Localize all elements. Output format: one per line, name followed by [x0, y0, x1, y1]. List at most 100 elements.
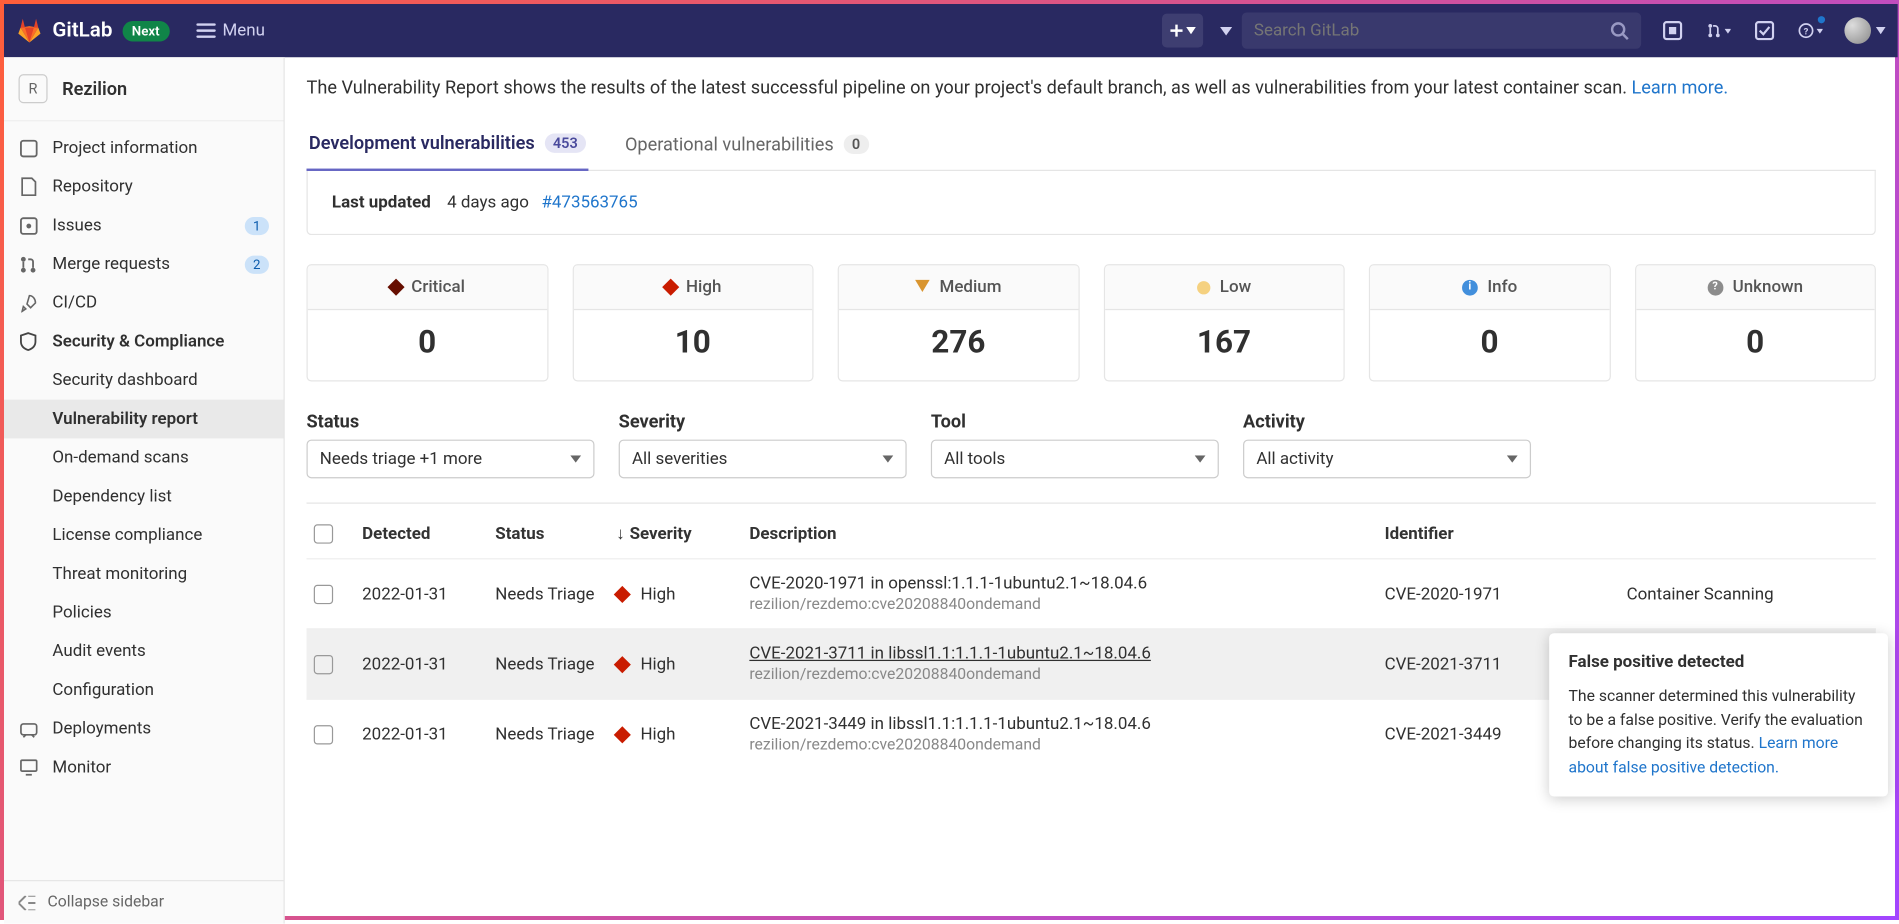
- chevron-down-icon: [1507, 455, 1518, 462]
- mr-nav-icon: [19, 254, 38, 273]
- tab-operational[interactable]: Operational vulnerabilities0: [623, 120, 872, 170]
- cell-severity: High: [616, 584, 749, 603]
- sidebar-item-security[interactable]: Security & Compliance: [4, 322, 284, 361]
- sidebar-item-merge-requests[interactable]: Merge requests2: [4, 245, 284, 284]
- critical-icon: [387, 279, 404, 296]
- sidebar-sub-security-dashboard[interactable]: Security dashboard: [4, 361, 284, 400]
- sidebar-sub-audit[interactable]: Audit events: [4, 632, 284, 671]
- stat-info[interactable]: iInfo0: [1369, 264, 1610, 381]
- tooltip-body: The scanner determined this vulnerabilit…: [1569, 685, 1869, 779]
- collapse-sidebar[interactable]: Collapse sidebar: [4, 880, 284, 924]
- row-checkbox[interactable]: [314, 654, 333, 673]
- project-name: Rezilion: [62, 78, 127, 100]
- stat-unknown[interactable]: ?Unknown0: [1634, 264, 1875, 381]
- vuln-title[interactable]: CVE-2021-3711 in libssl1.1:1.1.1-1ubuntu…: [749, 644, 1384, 663]
- main-content: The Vulnerability Report shows the resul…: [285, 57, 1898, 923]
- unknown-icon: ?: [1707, 279, 1723, 295]
- user-menu[interactable]: [1844, 17, 1885, 44]
- col-status[interactable]: Status: [495, 524, 616, 543]
- sidebar-item-monitor[interactable]: Monitor: [4, 748, 284, 787]
- table-header: Detected Status ↓Severity Description Id…: [307, 509, 1876, 559]
- sidebar-item-issues[interactable]: Issues1: [4, 206, 284, 245]
- row-checkbox[interactable]: [314, 584, 333, 603]
- vuln-title[interactable]: CVE-2021-3449 in libssl1.1:1.1.1-1ubuntu…: [749, 714, 1384, 733]
- stat-critical[interactable]: Critical0: [307, 264, 548, 381]
- chevron-down-icon: [1876, 27, 1886, 34]
- cell-severity: High: [616, 725, 749, 744]
- vuln-location: rezilion/rezdemo:cve20208840ondemand: [749, 736, 1384, 754]
- cell-status: Needs Triage: [495, 654, 616, 673]
- last-updated-box: Last updated 4 days ago #473563765: [307, 171, 1876, 235]
- table-row[interactable]: 2022-01-31Needs TriageHighCVE-2020-1971 …: [307, 558, 1876, 628]
- chevron-down-icon[interactable]: [1220, 26, 1232, 34]
- project-header[interactable]: R Rezilion: [4, 57, 284, 121]
- issues-nav-icon: [19, 216, 38, 235]
- col-description[interactable]: Description: [749, 524, 1384, 543]
- sidebar-sub-config[interactable]: Configuration: [4, 671, 284, 710]
- sidebar-sub-dependency[interactable]: Dependency list: [4, 477, 284, 516]
- pipeline-link[interactable]: #473563765: [541, 193, 637, 212]
- menu-label: Menu: [222, 21, 264, 40]
- filter-status: StatusNeeds triage +1 more: [307, 411, 595, 479]
- vuln-title[interactable]: CVE-2020-1971 in openssl:1.1.1-1ubuntu2.…: [749, 574, 1384, 593]
- project-avatar: R: [19, 74, 48, 103]
- cell-description: CVE-2021-3449 in libssl1.1:1.1.1-1ubuntu…: [749, 714, 1384, 754]
- sidebar-sub-ondemand[interactable]: On-demand scans: [4, 438, 284, 477]
- sidebar-item-deployments[interactable]: Deployments: [4, 709, 284, 748]
- stat-medium[interactable]: Medium276: [838, 264, 1079, 381]
- cell-status: Needs Triage: [495, 725, 616, 744]
- sidebar-item-cicd[interactable]: CI/CD: [4, 284, 284, 323]
- chevron-down-icon: [882, 455, 893, 462]
- col-detected[interactable]: Detected: [362, 524, 495, 543]
- sidebar-sub-license[interactable]: License compliance: [4, 516, 284, 555]
- filters: StatusNeeds triage +1 more SeverityAll s…: [307, 411, 1876, 504]
- stat-high[interactable]: High10: [572, 264, 813, 381]
- filter-activity: ActivityAll activity: [1243, 411, 1531, 479]
- chevron-down-icon: [1195, 455, 1206, 462]
- menu-button[interactable]: Menu: [196, 21, 265, 40]
- col-severity[interactable]: ↓Severity: [616, 523, 749, 544]
- monitor-icon: [19, 758, 38, 777]
- brand[interactable]: GitLab Next: [16, 17, 169, 44]
- row-checkbox[interactable]: [314, 725, 333, 744]
- stat-low[interactable]: Low167: [1103, 264, 1344, 381]
- brand-name: GitLab: [52, 19, 112, 43]
- search-box[interactable]: [1242, 12, 1641, 48]
- top-nav: GitLab Next Menu ?: [4, 4, 1898, 57]
- high-icon: [614, 726, 631, 743]
- sidebar-item-project-info[interactable]: Project information: [4, 129, 284, 168]
- col-identifier[interactable]: Identifier: [1385, 524, 1627, 543]
- sidebar-sub-threat[interactable]: Threat monitoring: [4, 555, 284, 594]
- intro-text: The Vulnerability Report shows the resul…: [307, 77, 1876, 99]
- cell-detected: 2022-01-31: [362, 725, 495, 744]
- tab-count: 0: [843, 134, 868, 153]
- high-icon: [614, 585, 631, 602]
- todo-icon[interactable]: [1752, 19, 1776, 43]
- info-sev-icon: i: [1462, 279, 1478, 295]
- cell-description: CVE-2020-1971 in openssl:1.1.1-1ubuntu2.…: [749, 574, 1384, 614]
- vuln-location: rezilion/rezdemo:cve20208840ondemand: [749, 596, 1384, 614]
- count-badge: 2: [245, 255, 269, 273]
- tool-select[interactable]: All tools: [931, 440, 1219, 479]
- deploy-icon: [19, 719, 38, 738]
- search-input[interactable]: [1254, 21, 1610, 40]
- gitlab-logo-icon: [16, 17, 43, 44]
- sidebar-sub-policies[interactable]: Policies: [4, 593, 284, 632]
- merge-requests-icon[interactable]: [1706, 19, 1730, 43]
- high-icon: [614, 655, 631, 672]
- new-button[interactable]: [1162, 14, 1203, 48]
- learn-more-link[interactable]: Learn more.: [1632, 77, 1729, 99]
- activity-select[interactable]: All activity: [1243, 440, 1531, 479]
- plus-icon: [1169, 23, 1184, 38]
- status-select[interactable]: Needs triage +1 more: [307, 440, 595, 479]
- help-icon[interactable]: ?: [1798, 19, 1822, 43]
- sidebar-item-repository[interactable]: Repository: [4, 167, 284, 206]
- low-icon: [1197, 280, 1210, 293]
- tabs: Development vulnerabilities453 Operation…: [307, 120, 1876, 171]
- issues-icon[interactable]: [1660, 19, 1684, 43]
- sidebar-sub-vuln-report[interactable]: Vulnerability report: [4, 400, 284, 439]
- severity-select[interactable]: All severities: [619, 440, 907, 479]
- select-all-checkbox[interactable]: [314, 524, 333, 543]
- tab-development[interactable]: Development vulnerabilities453: [307, 120, 589, 171]
- cell-scanner: Container Scanning: [1627, 584, 1809, 603]
